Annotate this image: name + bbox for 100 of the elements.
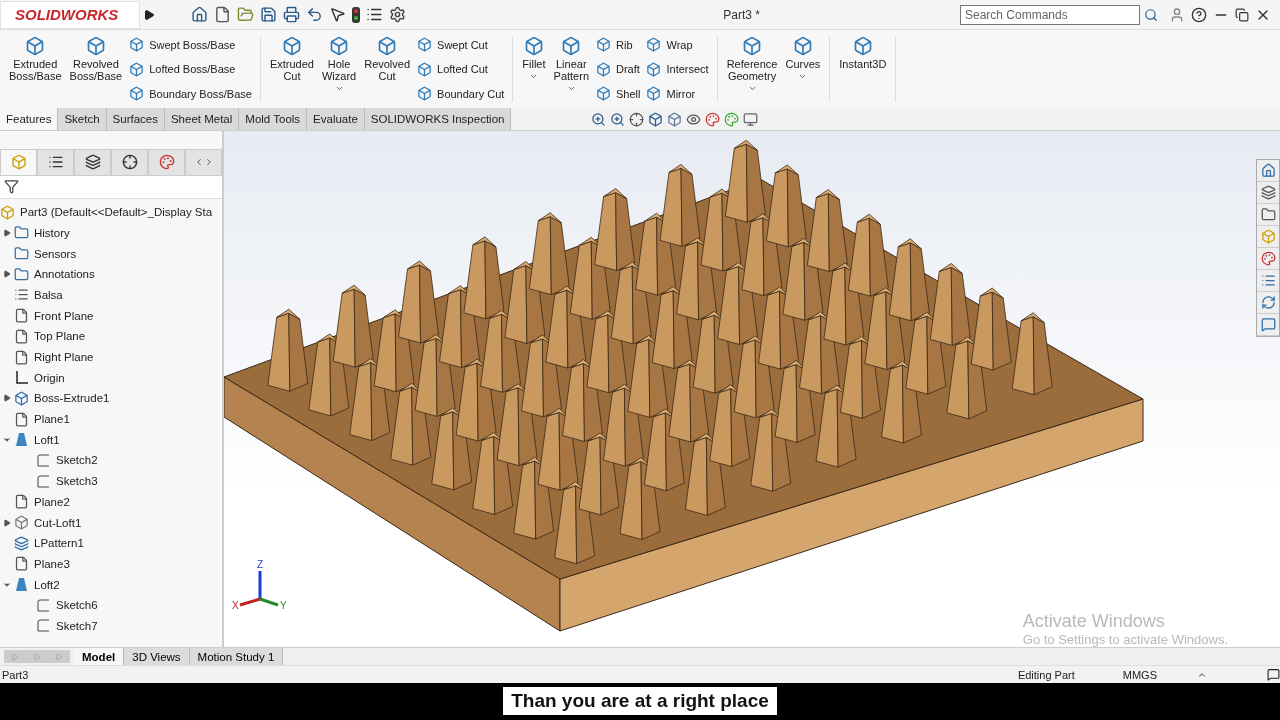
tree-item[interactable]: Cut-Loft1 [34, 516, 82, 529]
sketch-icon [36, 597, 51, 613]
tree-item[interactable]: Front Plane [34, 309, 94, 322]
property-manager-tab[interactable] [37, 148, 74, 175]
feature-icon [646, 86, 662, 102]
ribbon-button[interactable]: Linear Pattern [550, 36, 592, 103]
command-tab[interactable]: Mold Tools [239, 108, 308, 130]
view-settings-icon[interactable] [743, 111, 759, 127]
ribbon-button[interactable]: Revolved Cut [361, 36, 414, 103]
hide-show-icon[interactable] [686, 111, 702, 127]
ribbon-button[interactable]: Swept Cut [415, 36, 507, 54]
feature-icon [561, 36, 582, 57]
plane-icon [14, 328, 29, 344]
command-tab[interactable]: Sheet Metal [164, 108, 240, 130]
tree-item[interactable]: Sketch7 [56, 619, 98, 632]
command-tab[interactable]: Evaluate [307, 108, 365, 130]
tree-item[interactable]: LPattern1 [34, 537, 84, 550]
traffic-light-icon[interactable] [349, 6, 363, 23]
feature-icon [596, 61, 611, 77]
ribbon-button[interactable]: Lofted Cut [415, 60, 507, 78]
ribbon-button[interactable]: Mirror [644, 85, 711, 103]
ribbon-button[interactable]: Intersect [644, 60, 711, 78]
ribbon-button[interactable]: Rib [594, 36, 643, 54]
tree-item[interactable]: History [34, 226, 70, 239]
expand-arrow-icon[interactable] [3, 394, 11, 403]
ribbon-button[interactable]: Hole Wizard [318, 36, 360, 103]
zoom-area-icon[interactable] [610, 111, 626, 127]
status-units[interactable]: MMGS [1082, 668, 1197, 681]
tree-item[interactable]: Boss-Extrude1 [34, 392, 110, 405]
part-icon [0, 204, 15, 220]
feature-icon [85, 36, 106, 57]
ribbon-button[interactable]: Reference Geometry [723, 36, 781, 103]
ribbon-button[interactable]: Extruded Cut [266, 36, 317, 103]
zoom-to-fit-icon[interactable] [591, 111, 607, 127]
ribbon-button[interactable]: Fillet [519, 36, 549, 103]
bottom-tab[interactable]: Motion Study 1 [189, 647, 284, 666]
folder-icon [14, 246, 29, 262]
tree-item[interactable]: Origin [34, 371, 65, 384]
appearance-icon[interactable] [705, 111, 721, 127]
status-mode: Editing Part [1016, 668, 1076, 681]
bottom-tab[interactable]: Model [74, 647, 125, 666]
loft-icon [14, 432, 29, 448]
search-icon[interactable] [1144, 7, 1158, 22]
ribbon-button[interactable]: Curves [782, 36, 824, 103]
ribbon-button[interactable]: Boundary Cut [415, 85, 507, 103]
notification-icon[interactable] [1267, 668, 1280, 682]
ribbon-button[interactable]: Revolved Boss/Base [66, 36, 126, 103]
filter-field[interactable] [0, 175, 222, 199]
configuration-manager-tab[interactable] [74, 148, 111, 175]
app-logo: SOLIDWORKS [0, 0, 140, 29]
tree-item[interactable]: Plane3 [34, 557, 70, 570]
tree-item[interactable]: Sensors [34, 247, 77, 260]
feature-icon [329, 36, 350, 57]
dimxpert-tab[interactable] [111, 148, 148, 175]
filter-icon [4, 179, 19, 195]
command-tab[interactable]: Features [0, 108, 59, 130]
feature-icon [523, 36, 544, 57]
command-tab[interactable]: SOLIDWORKS Inspection [364, 108, 512, 130]
feature-icon [417, 37, 433, 53]
tree-item[interactable]: Top Plane [34, 330, 86, 343]
expand-arrow-icon[interactable] [3, 270, 11, 279]
activation-notice-text: Go to Settings to activate Windows. [1022, 631, 1228, 647]
expand-arrow-icon[interactable] [3, 228, 11, 237]
ribbon-button[interactable]: Extruded Boss/Base [6, 36, 65, 103]
expand-arrow-icon[interactable] [3, 518, 11, 527]
plane-icon [14, 494, 29, 510]
view-orientation-icon[interactable] [648, 111, 664, 127]
tree-item[interactable]: Sketch2 [56, 454, 98, 467]
video-caption: Than you are at a right place [503, 687, 777, 716]
command-tab[interactable]: Sketch [58, 108, 107, 130]
ribbon-button[interactable]: Instant3D [836, 36, 890, 103]
tree-item[interactable]: Sketch6 [56, 599, 98, 612]
activation-notice-title: Activate Windows [1022, 610, 1166, 632]
graphics-area[interactable]: Z X Y Activate Windows Go to Settings to activate Windows. [224, 130, 1280, 647]
sketch-icon [36, 618, 51, 634]
layers-icon [84, 154, 101, 171]
ribbon-button[interactable]: Swept Boss/Base [127, 36, 254, 54]
tree-item[interactable]: Right Plane [34, 351, 94, 363]
tree-item[interactable]: Plane2 [34, 495, 70, 508]
ribbon-button[interactable]: Wrap [644, 36, 711, 54]
tree-item[interactable]: Loft1 [34, 433, 60, 446]
ribbon-button[interactable]: Boundary Boss/Base [127, 85, 254, 103]
bottom-tab[interactable]: 3D Views [124, 647, 190, 666]
tree-item[interactable]: Loft2 [34, 578, 60, 591]
ribbon-button[interactable]: Lofted Boss/Base [127, 60, 254, 78]
folder-icon [14, 266, 29, 282]
tree-item[interactable]: Balsa [34, 288, 63, 301]
search-field[interactable]: Search Commands [960, 4, 1140, 25]
tree-item[interactable]: Sketch3 [56, 475, 98, 488]
origin-icon [14, 370, 29, 386]
command-tab[interactable]: Surfaces [106, 108, 165, 130]
tree-root-label[interactable]: Part3 (Default<<Default>_Display Sta [20, 206, 213, 219]
tree-item[interactable]: Annotations [34, 268, 95, 281]
display-manager-tab[interactable] [148, 148, 185, 175]
ribbon-button[interactable]: Draft [594, 60, 643, 78]
tree-item[interactable]: Plane1 [34, 413, 70, 426]
display-style-icon[interactable] [667, 111, 683, 127]
plane-icon [14, 556, 29, 572]
ribbon-button[interactable]: Shell [594, 85, 643, 103]
sketch-icon [36, 473, 51, 489]
